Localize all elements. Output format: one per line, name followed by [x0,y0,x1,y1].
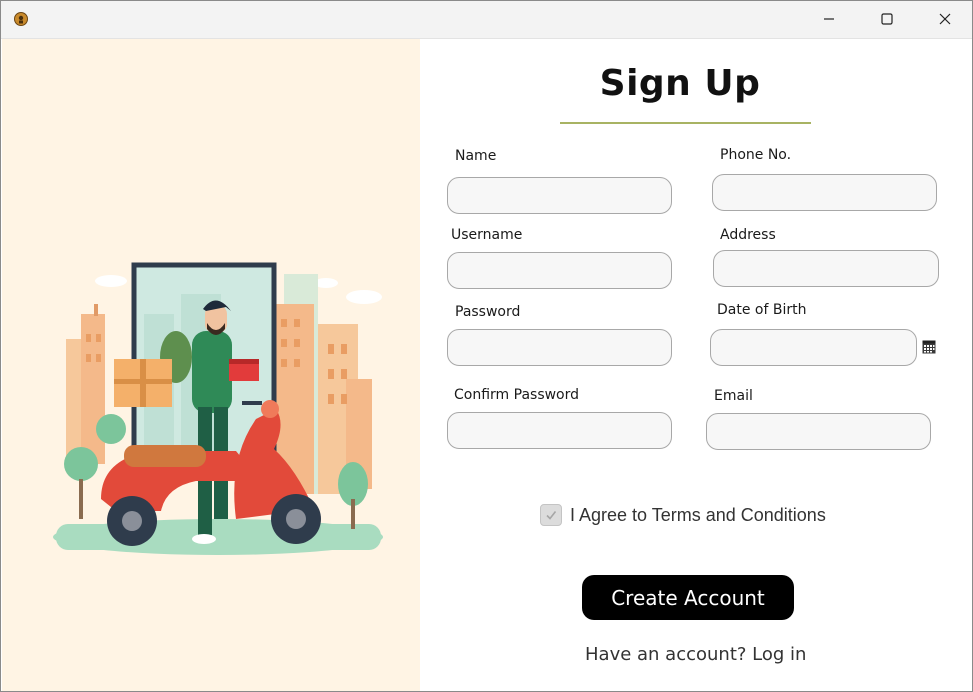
checkmark-icon [546,511,557,520]
app-window: Sign Up Name Phone No. Username Address … [0,0,973,692]
close-button[interactable] [922,1,968,37]
username-input[interactable] [447,252,672,289]
minimize-button[interactable] [806,1,852,37]
phone-label: Phone No. [720,147,792,163]
name-label: Name [455,148,497,164]
app-logo-icon [14,12,28,26]
address-label: Address [720,227,776,243]
title-underline [560,122,811,124]
confirm-password-input[interactable] [447,412,672,449]
title-bar[interactable] [1,1,972,39]
confirm-password-label: Confirm Password [454,387,580,403]
delivery-scooter-illustration [53,262,383,555]
agree-checkbox[interactable] [540,504,562,526]
email-input[interactable] [706,413,931,450]
login-link[interactable]: Have an account? Log in [585,644,806,665]
email-label: Email [714,388,753,404]
close-icon [939,13,951,25]
calendar-icon[interactable] [922,340,936,354]
minimize-icon [824,18,834,20]
phone-input[interactable] [712,174,937,211]
dob-input[interactable] [710,329,917,366]
username-label: Username [451,227,523,243]
page-title: Sign Up [599,63,761,104]
name-input[interactable] [447,177,672,214]
create-account-button[interactable]: Create Account [582,575,794,620]
password-input[interactable] [447,329,672,366]
address-input[interactable] [713,250,939,287]
agree-label[interactable]: I Agree to Terms and Conditions [570,505,826,526]
maximize-icon [881,13,893,25]
maximize-button[interactable] [864,1,910,37]
left-illustration-panel [2,39,420,691]
dob-label: Date of Birth [717,302,807,318]
password-label: Password [455,304,521,320]
